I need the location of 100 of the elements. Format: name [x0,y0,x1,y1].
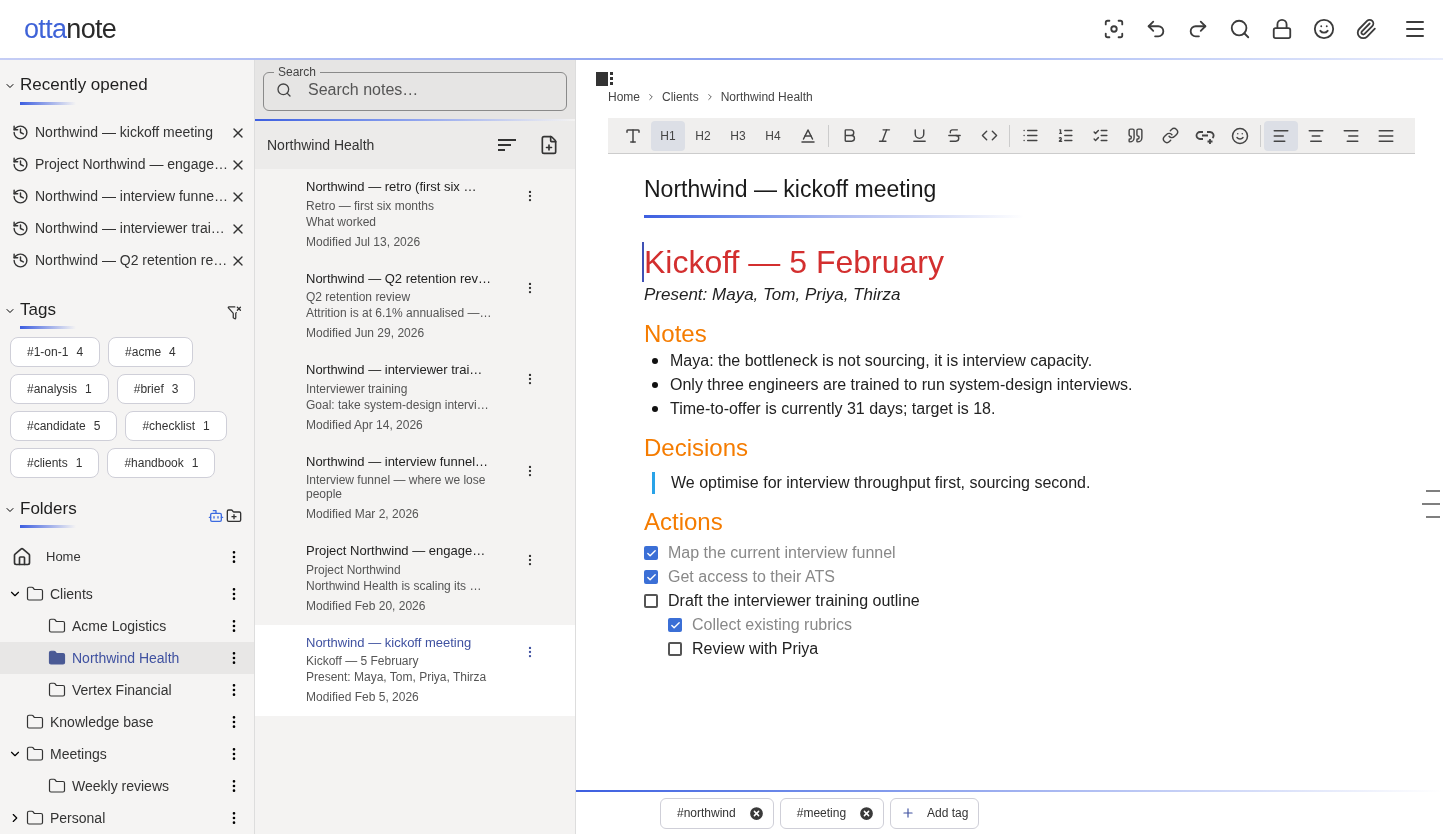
note-preview: Q2 retention review [306,290,412,304]
note-list-item[interactable]: Northwind — interviewer trai… Interviewer training Goal: take system-design intervi… Modified Apr 14, 2026 [255,352,575,444]
breadcrumb-link[interactable]: Clients [662,88,699,106]
modified-date: Modified Jul 13, 2026 [306,233,422,251]
note-title: Northwind — interviewer trai… [306,361,484,379]
folder-label: Northwind Health [72,648,181,668]
history-icon [12,252,29,269]
breadcrumb-link[interactable]: Northwind Health [720,88,813,106]
folder-item[interactable]: Knowledge base [0,706,254,738]
checkbox[interactable] [644,570,658,584]
tag-chip[interactable]: #acme 4 [108,337,193,367]
note-list-item[interactable]: Northwind — kickoff meeting Kickoff — 5 February Present: Maya, Tom, Priya, Thirza Modified Feb 5, 2026 [255,624,575,716]
quote-bar [652,472,655,494]
logo: ottanote [24,12,117,46]
note-preview: Attrition is at 6.1% annualised —… [306,306,493,320]
quote-text: We optimise for interview throughput first, sourcing second. [671,473,1091,493]
folder-label: Acme Logistics [72,616,168,636]
folder-item[interactable]: Northwind Health [0,642,254,674]
tag-chip[interactable]: #brief 3 [116,374,196,404]
new-folder-icon[interactable] [226,507,242,524]
note-tag-chip[interactable]: #northwind [660,797,774,829]
note-tag-chip[interactable]: #meeting [779,797,885,829]
new-note-icon[interactable] [539,135,559,155]
note-title: Northwind — interview funnel… [306,452,490,471]
folder-item[interactable]: Vertex Financial [0,674,254,706]
recent-note-link[interactable]: Northwind — interview funne… [35,186,230,207]
note-title: Northwind — kickoff meeting [644,175,938,204]
history-icon [12,188,29,205]
bullet-text: Maya: the bottleneck is not sourcing, it is interview capacity. [670,351,1093,371]
panel-toggle-icon[interactable] [596,72,614,86]
folder-label: Knowledge base [50,712,155,732]
note-preview: Goal: take system-design intervi… [306,397,490,412]
folder-item[interactable]: Weekly reviews [0,770,254,802]
heading-button[interactable]: H4 [756,120,790,151]
tag-chip[interactable]: #handbook 1 [107,448,216,478]
add-tag-button[interactable]: Add tag [890,797,980,829]
attendees-line: Present: Maya, Tom, Priya, Thirza [644,283,902,306]
remove-tag-icon [747,804,765,822]
note-preview: Project Northwind [306,562,402,577]
search-field[interactable]: Search Search notes… [263,66,567,111]
tag-chip[interactable]: #analysis 1 [10,374,109,404]
recent-note-link[interactable]: Northwind — kickoff meeting [35,122,230,143]
note-preview: What worked [306,214,378,229]
note-title: Northwind — kickoff meeting [306,633,473,652]
align-left-icon[interactable] [1264,120,1298,151]
bullet-icon [652,358,658,364]
task-text: Review with Priya [692,639,819,659]
tag-chip[interactable]: #checklist 1 [125,411,227,441]
folder-label: Weekly reviews [72,776,170,796]
folder-icon [48,777,66,795]
note-list-item[interactable]: Project Northwind — engage… Project Northwind Northwind Health is scaling its … Modified Feb 20, 2026 [255,533,575,625]
folder-label: Clients [50,584,94,604]
tag-chip[interactable]: #clients 1 [10,448,100,478]
note-list-item[interactable]: Northwind — retro (first six … Retro — first six months What worked Modified Jul 13, 2026 [255,169,575,261]
recent-note-link[interactable]: Northwind — Q2 retention re… [35,250,230,271]
task-text: Map the current interview funnel [668,543,896,563]
outline-handle-icon[interactable] [1420,490,1440,518]
breadcrumb-link[interactable]: Home [608,88,640,106]
breadcrumb-separator-icon [646,92,656,102]
bullet-icon [652,382,658,388]
plus-icon [901,806,916,820]
checkbox[interactable] [668,642,682,656]
note-list-item[interactable]: Northwind — interview funnel… Interview funnel — where we lose people Modified Mar 2, 2026 [255,443,575,533]
robot-icon[interactable] [208,507,224,524]
recent-note-link[interactable]: Northwind — interviewer trai… [35,218,230,239]
recent-note-link[interactable]: Project Northwind — engage… [35,154,230,175]
section-heading: Actions [644,507,724,537]
folder-item[interactable]: Personal [0,802,254,834]
folder-label: Personal [50,808,107,828]
modified-date: Modified Jun 29, 2026 [306,325,426,342]
heading-button[interactable]: H2 [686,120,720,151]
note-list-item[interactable]: Northwind — Q2 retention rev… Q2 retention review Attrition is at 6.1% annualised —… Modified Jun 29, 2026 [255,260,575,352]
checkbox[interactable] [668,618,682,632]
folder-label[interactable]: Home [46,547,226,567]
folder-item[interactable]: Meetings [0,738,254,770]
folder-label: Meetings [50,744,108,764]
history-icon [12,220,29,237]
filter-off-icon[interactable] [227,304,242,320]
heading-button[interactable]: H3 [721,120,755,151]
folder-title: Northwind Health [267,135,375,155]
folder-item[interactable]: Clients [0,578,254,610]
bullet-text: Time-to-offer is currently 31 days; target is 18. [670,399,996,419]
tag-chip[interactable]: #candidate 5 [10,411,118,441]
tag-chip[interactable]: #1-on-1 4 [10,337,101,367]
modified-date: Modified Mar 2, 2026 [306,506,420,523]
note-preview: Kickoff — 5 February [306,654,420,668]
search-label: Search [277,66,318,78]
folder-icon [26,585,44,603]
folder-icon [26,809,44,827]
modified-date: Modified Feb 5, 2026 [306,689,420,706]
note-preview: Interview funnel — where we lose people [306,473,487,501]
folder-item[interactable]: Acme Logistics [0,610,254,642]
checkbox[interactable] [644,594,658,608]
checkbox[interactable] [644,546,658,560]
sort-icon[interactable] [497,138,517,152]
note-preview: Northwind Health is scaling its … [306,578,483,593]
smiley-icon[interactable] [1311,16,1337,42]
history-icon [12,156,29,173]
search-input[interactable]: Search notes… [308,78,554,102]
heading-button[interactable]: H1 [651,120,685,151]
